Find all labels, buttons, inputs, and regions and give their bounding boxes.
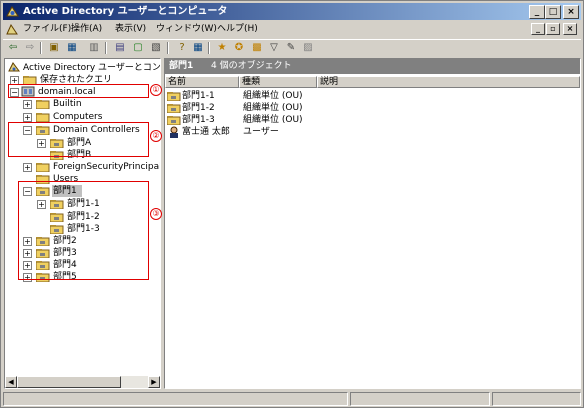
app-window: Active Directory ユーザーとコンピュータ _ □ × ファイル(… <box>0 0 584 408</box>
new-group-icon[interactable]: ✪ <box>232 41 246 54</box>
folder-icon <box>36 113 50 122</box>
up-level-icon[interactable]: ▣ <box>47 41 61 54</box>
scroll-thumb[interactable] <box>17 376 121 388</box>
details-pane[interactable]: 部門1 4 個のオブジェクト 名前 種類 説明 部門1-1 組織単位 (OU) … <box>164 58 581 389</box>
ou-folder-icon <box>167 92 181 101</box>
list-item[interactable]: 富士通 太郎 ユーザー <box>167 126 567 138</box>
details-header-title: 部門1 <box>169 61 194 71</box>
find-icon[interactable]: ✎ <box>284 41 298 54</box>
console-tree-icon[interactable]: ▦ <box>191 41 205 54</box>
new-ou-icon[interactable]: ▩ <box>250 41 264 54</box>
item-type: ユーザー <box>243 127 279 137</box>
item-name: 部門1-3 <box>182 115 215 125</box>
tree-root-label: Active Directory ユーザーとコンピュー <box>23 63 161 73</box>
add-to-group-icon[interactable]: ▨ <box>301 41 315 54</box>
toolbar-separator <box>167 42 169 54</box>
help-icon[interactable]: ? <box>175 41 189 54</box>
item-name: 部門1-1 <box>182 91 215 101</box>
item-type: 組織単位 (OU) <box>243 115 303 125</box>
menu-file[interactable]: ファイル(F) <box>23 23 71 36</box>
delete-icon[interactable]: ▥ <box>87 41 101 54</box>
ad-users-computers-icon <box>6 6 19 17</box>
back-icon[interactable]: ⇦ <box>6 41 20 54</box>
column-header-type[interactable]: 種類 <box>239 76 317 88</box>
show-tree-icon[interactable]: ▦ <box>65 41 79 54</box>
menu-window[interactable]: ウィンドウ(W) <box>156 23 217 36</box>
tree-item-label: Builtin <box>53 99 82 109</box>
export-list-icon[interactable]: ▧ <box>149 41 163 54</box>
list-item[interactable]: 部門1-2 組織単位 (OU) <box>167 102 567 114</box>
tree-horizontal-scrollbar[interactable]: ◀ ▶ <box>5 376 160 388</box>
toolbar: ⇦ ⇨ ▣ ▦ ▥ ▤ ▢ ▧ ? ▦ ★ ✪ ▩ ▽ ✎ ▨ <box>3 39 581 55</box>
refresh-icon[interactable]: ▢ <box>131 41 145 54</box>
window-title: Active Directory ユーザーとコンピュータ <box>23 6 228 17</box>
column-header-description[interactable]: 説明 <box>317 76 580 88</box>
menu-bar: ファイル(F) 操作(A) 表示(V) ウィンドウ(W) ヘルプ(H) <box>3 21 581 38</box>
expand-icon[interactable]: + <box>23 163 32 172</box>
new-user-icon[interactable]: ★ <box>215 41 229 54</box>
item-type: 組織単位 (OU) <box>243 103 303 113</box>
expand-icon[interactable]: + <box>23 100 32 109</box>
menu-action[interactable]: 操作(A) <box>71 23 102 36</box>
folder-icon <box>36 100 50 109</box>
scroll-left-icon[interactable]: ◀ <box>5 376 17 388</box>
folder-icon <box>36 163 50 172</box>
filter-icon[interactable]: ▽ <box>267 41 281 54</box>
mdi-maximize-button[interactable]: ▫ <box>546 23 560 35</box>
annotation-box-3 <box>18 181 149 280</box>
ou-folder-icon <box>167 116 181 125</box>
toolbar-separator <box>208 42 210 54</box>
properties-icon[interactable]: ▤ <box>113 41 127 54</box>
details-header: 部門1 4 個のオブジェクト <box>165 59 580 74</box>
close-button[interactable]: × <box>563 5 579 19</box>
mdi-minimize-button[interactable]: _ <box>531 23 545 35</box>
expand-icon[interactable]: + <box>23 113 32 122</box>
list-item[interactable]: 部門1-1 組織単位 (OU) <box>167 90 567 102</box>
status-panel-secondary <box>350 392 490 406</box>
status-bar <box>3 392 581 406</box>
toolbar-separator <box>105 42 107 54</box>
list-item[interactable]: 部門1-3 組織単位 (OU) <box>167 114 567 126</box>
status-panel-main <box>3 392 348 406</box>
forward-icon[interactable]: ⇨ <box>23 41 37 54</box>
item-type: 組織単位 (OU) <box>243 91 303 101</box>
menu-help[interactable]: ヘルプ(H) <box>217 23 258 36</box>
maximize-button[interactable]: □ <box>545 5 561 19</box>
ad-root-icon <box>8 62 20 72</box>
annotation-marker-3: ③ <box>150 208 162 220</box>
tree-item-label: ForeignSecurityPrincipals <box>53 162 161 172</box>
toolbar-separator <box>40 42 42 54</box>
annotation-box-2 <box>8 122 149 157</box>
title-bar: Active Directory ユーザーとコンピュータ _ □ × <box>3 3 581 20</box>
annotation-marker-2: ② <box>150 130 162 142</box>
mdi-doc-icon[interactable] <box>6 24 18 35</box>
scroll-right-icon[interactable]: ▶ <box>148 376 160 388</box>
minimize-button[interactable]: _ <box>529 5 545 19</box>
mdi-close-button[interactable]: × <box>563 23 577 35</box>
annotation-box-1 <box>8 84 149 98</box>
column-header-name[interactable]: 名前 <box>165 76 239 88</box>
menu-view[interactable]: 表示(V) <box>115 23 146 36</box>
annotation-marker-1: ① <box>150 84 162 96</box>
item-name: 富士通 太郎 <box>182 127 230 137</box>
ou-folder-icon <box>167 104 181 113</box>
user-icon <box>170 126 178 138</box>
item-name: 部門1-2 <box>182 103 215 113</box>
object-count: 4 個のオブジェクト <box>211 61 292 71</box>
status-panel-tertiary <box>492 392 581 406</box>
